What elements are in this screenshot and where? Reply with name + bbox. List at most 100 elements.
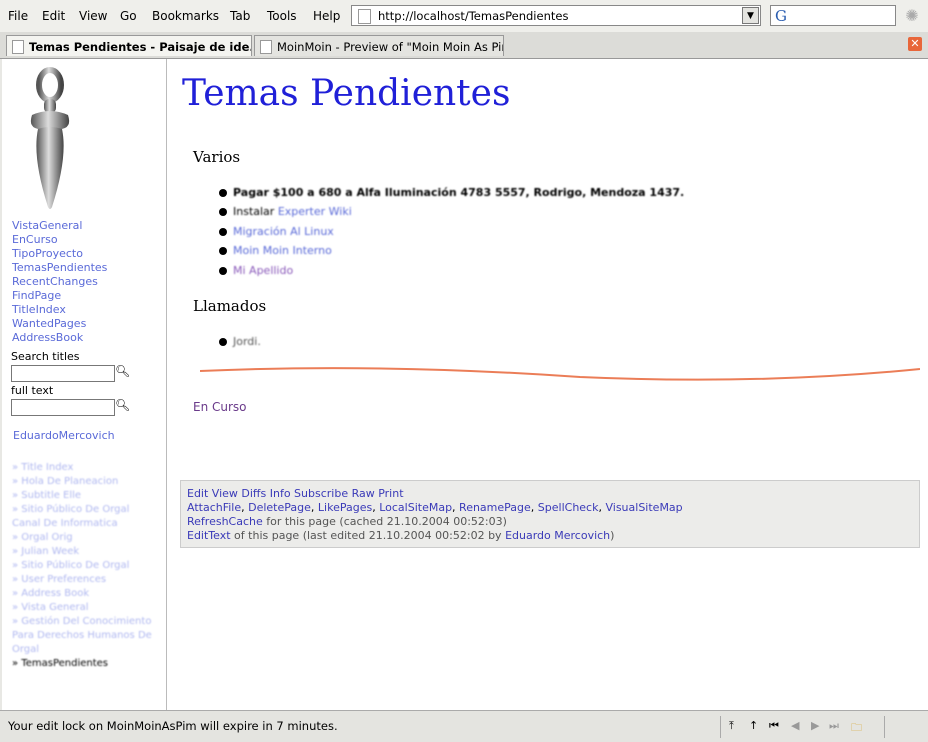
tab-moinmoin-preview[interactable]: MoinMoin - Preview of "Moin Moin As Pim" — [254, 35, 504, 56]
chevron-down-icon[interactable]: ▼ — [742, 7, 759, 24]
tab-label: Temas Pendientes - Paisaje de ide... — [29, 40, 252, 54]
trail-item[interactable]: » Sitio Público De Orgal Canal De Inform… — [12, 503, 160, 531]
google-icon[interactable]: G — [775, 7, 787, 25]
url-text[interactable]: http://localhost/TemasPendientes — [378, 9, 568, 23]
bullet — [219, 189, 227, 197]
link-edit-text[interactable]: EditText — [187, 529, 231, 542]
trail-item[interactable]: » User Preferences — [12, 573, 160, 587]
trail-item[interactable]: » Gestión Del Conocimiento Para Derechos… — [12, 615, 160, 657]
page-nav-buttons: ⤒ ↑ ⏮ ◀ ▶ ⏭ 🗀 — [720, 716, 885, 738]
nav-find-page[interactable]: FindPage — [12, 289, 61, 302]
search-icon[interactable]: 🔍︎ — [115, 398, 130, 412]
url-bar[interactable]: http://localhost/TemasPendientes ▼ — [351, 5, 761, 26]
search-box[interactable]: G — [770, 5, 896, 26]
nav-title-index[interactable]: TitleIndex — [12, 303, 66, 316]
page-icon — [12, 40, 24, 54]
nav-wanted-pages[interactable]: WantedPages — [12, 317, 86, 330]
last-icon[interactable]: ⏭ — [829, 719, 839, 733]
link-migracion-linux[interactable]: Migración Al Linux — [233, 225, 334, 238]
trail-item[interactable]: » Hola De Planeacion — [12, 475, 160, 489]
tab-temas-pendientes[interactable]: Temas Pendientes - Paisaje de ide... — [6, 35, 252, 56]
nav-vista-general[interactable]: VistaGeneral — [12, 219, 82, 232]
trail-list: » Title Index » Hola De Planeacion » Sub… — [12, 461, 160, 671]
decorative-divider — [200, 367, 920, 381]
link-spell-check[interactable]: SpellCheck — [538, 501, 599, 514]
link-like-pages[interactable]: LikePages — [318, 501, 372, 514]
bullet — [219, 338, 227, 346]
folder-icon[interactable]: 🗀 — [851, 719, 862, 738]
full-text-label: full text — [11, 384, 54, 397]
section-heading-varios: Varios — [193, 148, 241, 166]
menu-go[interactable]: Go — [120, 9, 137, 23]
nav-address-book[interactable]: AddressBook — [12, 331, 83, 344]
trail-item[interactable]: » Address Book — [12, 587, 160, 601]
next-icon[interactable]: ▶ — [811, 719, 819, 732]
close-tab-icon[interactable]: ✕ — [908, 37, 922, 51]
link-moin-moin-interno[interactable]: Moin Moin Interno — [233, 244, 332, 257]
first-icon[interactable]: ⏮ — [769, 719, 779, 733]
page-icon — [358, 9, 371, 24]
list-item: Pagar $100 a 680 a Alfa Iluminación 4783… — [233, 186, 685, 199]
menu-file[interactable]: File — [8, 9, 28, 23]
trail-item-current: » TemasPendientes — [12, 658, 109, 669]
menu-view[interactable]: View — [79, 9, 107, 23]
search-titles-input[interactable] — [11, 365, 115, 382]
menu-help[interactable]: Help — [313, 9, 340, 23]
throbber-icon: ✺ — [905, 6, 919, 25]
list-item: Jordi. — [233, 335, 261, 348]
link-delete-page[interactable]: DeletePage — [248, 501, 311, 514]
page-title[interactable]: Temas Pendientes — [182, 73, 510, 114]
list-item: Instalar Experter Wiki — [233, 205, 352, 218]
full-text-input[interactable] — [11, 399, 115, 416]
bullet — [219, 247, 227, 255]
menu-tab[interactable]: Tab — [230, 9, 250, 23]
menu-bookmarks[interactable]: Bookmarks — [152, 9, 219, 23]
nav-temas-pendientes[interactable]: TemasPendientes — [12, 261, 107, 274]
status-text: Your edit lock on MoinMoinAsPim will exp… — [8, 719, 338, 733]
prev-icon[interactable]: ◀ — [791, 719, 799, 732]
edit-text: of this page (last edited 21.10.2004 00:… — [230, 529, 506, 542]
link-local-site-map[interactable]: LocalSiteMap — [379, 501, 452, 514]
footer-tools: AttachFile, DeletePage, LikePages, Local… — [187, 501, 683, 514]
footer-actions[interactable]: Edit View Diffs Info Subscribe Raw Print — [187, 487, 404, 500]
up-icon[interactable]: ↑ — [749, 719, 758, 732]
link-refresh-cache[interactable]: RefreshCache — [187, 515, 263, 528]
section-heading-llamados: Llamados — [193, 297, 267, 315]
status-bar: Your edit lock on MoinMoinAsPim will exp… — [0, 710, 928, 742]
menu-edit[interactable]: Edit — [42, 9, 65, 23]
trail-item[interactable]: » Julian Week — [12, 545, 160, 559]
refresh-text: for this page (cached 21.10.2004 00:52:0… — [262, 515, 507, 528]
trail-item[interactable]: » Sitio Público De Orgal — [12, 559, 160, 573]
link-rename-page[interactable]: RenamePage — [459, 501, 531, 514]
trail-item[interactable]: » Vista General — [12, 601, 160, 615]
nav-en-curso[interactable]: EnCurso — [12, 233, 58, 246]
nav-recent-changes[interactable]: RecentChanges — [12, 275, 98, 288]
user-link[interactable]: EduardoMercovich — [13, 429, 115, 442]
main-area: Temas Pendientes Varios Pagar $100 a 680… — [167, 59, 928, 710]
bullet — [219, 267, 227, 275]
top-icon[interactable]: ⤒ — [729, 719, 734, 733]
link-editor[interactable]: Eduardo Mercovich — [505, 529, 610, 542]
link-attach-file[interactable]: AttachFile — [187, 501, 241, 514]
tab-label: MoinMoin - Preview of "Moin Moin As Pim" — [277, 40, 504, 54]
nav-tipo-proyecto[interactable]: TipoProyecto — [12, 247, 83, 260]
search-titles-label: Search titles — [11, 350, 80, 363]
trail-item[interactable]: » Orgal Orig — [12, 531, 160, 545]
link-experter-wiki[interactable]: Experter Wiki — [278, 205, 352, 218]
link-visual-site-map[interactable]: VisualSiteMap — [605, 501, 682, 514]
page-content: VistaGeneral EnCurso TipoProyecto TemasP… — [2, 59, 928, 710]
sidebar: VistaGeneral EnCurso TipoProyecto TemasP… — [2, 59, 167, 710]
bullet — [219, 208, 227, 216]
trail-item[interactable]: » Subtitle Elle — [12, 489, 160, 503]
link-mi-apellido[interactable]: Mi Apellido — [233, 264, 293, 277]
goddess-logo — [30, 67, 70, 209]
menu-tools[interactable]: Tools — [267, 9, 297, 23]
page-footer: Edit View Diffs Info Subscribe Raw Print… — [180, 480, 920, 548]
menu-bar: File Edit View Go Bookmarks Tab Tools He… — [0, 0, 928, 32]
page-icon — [260, 40, 272, 54]
link-en-curso[interactable]: En Curso — [193, 400, 247, 414]
search-icon[interactable]: 🔍︎ — [115, 364, 130, 378]
bullet — [219, 228, 227, 236]
trail-item[interactable]: » Title Index — [12, 461, 160, 475]
tab-bar: Temas Pendientes - Paisaje de ide... Moi… — [0, 32, 928, 59]
